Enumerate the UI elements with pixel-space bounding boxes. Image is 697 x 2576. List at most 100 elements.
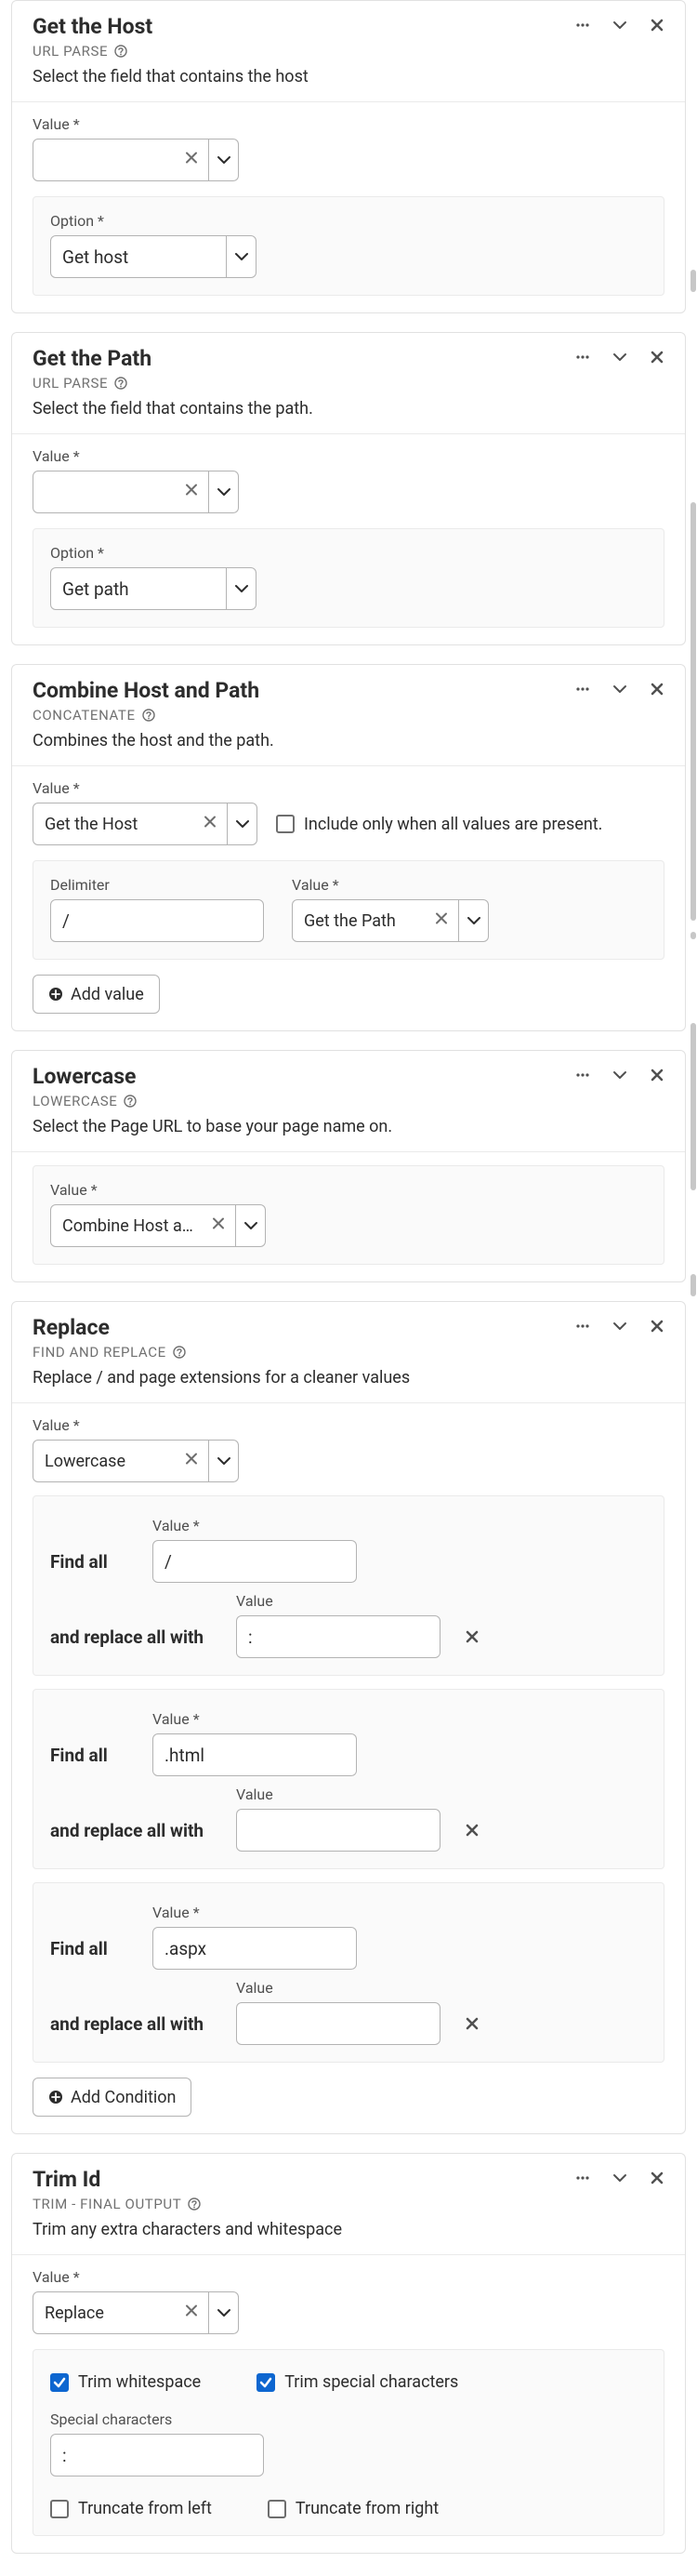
help-icon[interactable] [113, 376, 128, 391]
collapse-icon[interactable] [607, 344, 633, 370]
value-input[interactable] [33, 471, 209, 513]
help-icon[interactable] [187, 2197, 202, 2211]
clear-icon[interactable] [184, 151, 199, 170]
value-label: Value [33, 779, 664, 797]
close-icon[interactable] [644, 1062, 670, 1088]
help-icon[interactable] [141, 708, 156, 723]
value-input[interactable]: Get the Host [33, 803, 228, 845]
help-icon[interactable] [172, 1345, 187, 1360]
clear-icon[interactable] [211, 1216, 226, 1236]
collapse-icon[interactable] [607, 1062, 633, 1088]
value-text: Lowercase [45, 1452, 125, 1471]
help-icon[interactable] [113, 44, 128, 59]
chevron-down-icon[interactable] [209, 2291, 239, 2334]
scroll-thumb[interactable] [690, 502, 696, 921]
card-subtitle: CONCATENATE [33, 707, 664, 724]
truncate-right-checkbox[interactable] [268, 2500, 286, 2518]
include-only-checkbox[interactable] [276, 815, 295, 833]
card-actions [570, 1062, 670, 1088]
card-actions [570, 2165, 670, 2191]
subtitle-text: CONCATENATE [33, 707, 136, 724]
special-chars-label: Special characters [50, 2410, 647, 2428]
clear-icon[interactable] [203, 815, 217, 834]
chevron-down-icon[interactable] [227, 235, 256, 278]
add-condition-button[interactable]: Add Condition [33, 2078, 191, 2117]
chevron-down-icon[interactable] [459, 899, 489, 942]
trim-whitespace-row: Trim whitespace [50, 2372, 201, 2392]
find-input[interactable]: .aspx [152, 1927, 357, 1970]
truncate-left-checkbox[interactable] [50, 2500, 69, 2518]
include-only-label: Include only when all values are present… [304, 815, 602, 834]
remove-row-icon[interactable] [459, 1624, 485, 1650]
collapse-icon[interactable] [607, 2165, 633, 2191]
collapse-icon[interactable] [607, 1313, 633, 1339]
value2-combo: Get the Path [292, 899, 489, 942]
replace-input[interactable]: : [236, 1615, 441, 1658]
include-only-checkbox-row: Include only when all values are present… [276, 815, 602, 834]
card-desc: Trim any extra characters and whitespace [33, 2220, 664, 2239]
special-chars-input[interactable]: : [50, 2434, 264, 2476]
value-label: Value [33, 447, 664, 465]
replace-input[interactable] [236, 2002, 441, 2045]
replace-input[interactable] [236, 1809, 441, 1852]
value-input[interactable] [33, 139, 209, 181]
add-condition-label: Add Condition [71, 2088, 176, 2107]
find-input[interactable]: .html [152, 1733, 357, 1776]
collapse-icon[interactable] [607, 12, 633, 38]
more-icon[interactable] [570, 344, 596, 370]
more-icon[interactable] [570, 1062, 596, 1088]
card-trim: Trim Id TRIM - FINAL OUTPUT Trim any ext… [11, 2153, 686, 2554]
scroll-thumb[interactable] [690, 1023, 696, 1190]
card-desc: Select the Page URL to base your page na… [33, 1117, 664, 1136]
delimiter-input[interactable]: / [50, 899, 264, 942]
option-select[interactable]: Get path [50, 567, 647, 610]
card-desc: Combines the host and the path. [33, 731, 664, 750]
value2-input[interactable]: Get the Path [292, 899, 459, 942]
scrollbar[interactable] [688, 0, 697, 2357]
card-body: Value Combine Host and Path [12, 1152, 685, 1281]
scroll-thumb[interactable] [690, 932, 696, 939]
value-input[interactable]: Lowercase [33, 1440, 209, 1482]
chevron-down-icon[interactable] [209, 139, 239, 181]
help-icon[interactable] [123, 1094, 138, 1109]
find-input[interactable]: / [152, 1540, 357, 1583]
remove-row-icon[interactable] [459, 2011, 485, 2037]
option-label: Option [50, 212, 647, 230]
close-icon[interactable] [644, 344, 670, 370]
more-icon[interactable] [570, 676, 596, 702]
card-header: Replace FIND AND REPLACE Replace / and p… [12, 1302, 685, 1402]
option-value: Get host [50, 235, 227, 278]
clear-icon[interactable] [434, 911, 449, 931]
trim-whitespace-checkbox[interactable] [50, 2373, 69, 2392]
close-icon[interactable] [644, 676, 670, 702]
value-input[interactable]: Combine Host and Path [50, 1204, 236, 1247]
more-icon[interactable] [570, 12, 596, 38]
close-icon[interactable] [644, 1313, 670, 1339]
chevron-down-icon[interactable] [228, 803, 257, 845]
plus-icon [48, 987, 63, 1002]
trim-special-checkbox[interactable] [256, 2373, 275, 2392]
clear-icon[interactable] [184, 1452, 199, 1471]
close-icon[interactable] [644, 2165, 670, 2191]
find-all-label: Find all [50, 1938, 134, 1959]
find-all-label: Find all [50, 1551, 134, 1573]
clear-icon[interactable] [184, 483, 199, 502]
add-value-button[interactable]: Add value [33, 975, 160, 1014]
plus-icon [48, 2090, 63, 2105]
chevron-down-icon[interactable] [227, 567, 256, 610]
more-icon[interactable] [570, 1313, 596, 1339]
more-icon[interactable] [570, 2165, 596, 2191]
option-select[interactable]: Get host [50, 235, 647, 278]
remove-row-icon[interactable] [459, 1817, 485, 1843]
value-input[interactable]: Replace [33, 2291, 209, 2334]
chevron-down-icon[interactable] [209, 1440, 239, 1482]
collapse-icon[interactable] [607, 676, 633, 702]
clear-icon[interactable] [184, 2304, 199, 2323]
value-label: Value [33, 2268, 664, 2286]
chevron-down-icon[interactable] [236, 1204, 266, 1247]
close-icon[interactable] [644, 12, 670, 38]
scroll-thumb[interactable] [690, 270, 696, 292]
value-text: Get the Host [45, 815, 138, 834]
scroll-thumb[interactable] [690, 1274, 696, 1296]
chevron-down-icon[interactable] [209, 471, 239, 513]
